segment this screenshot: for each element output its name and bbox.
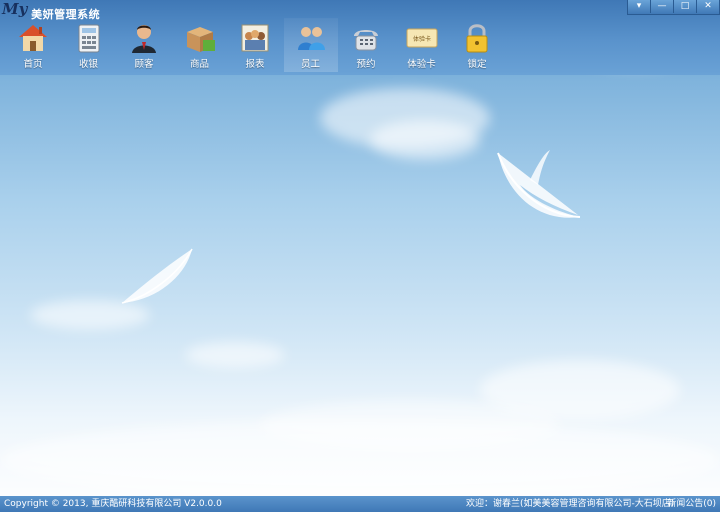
toolbar-experience-card-button[interactable]: 体验卡 体验卡 [395, 18, 449, 72]
toolbar-appointment-label: 预约 [356, 59, 376, 70]
lock-icon [466, 24, 488, 53]
brand-logo-my: My [2, 0, 28, 18]
goods-box-icon [186, 27, 215, 52]
feather-large [497, 150, 581, 218]
report-icon [241, 24, 269, 52]
top-toolbar: My 美妍管理系统 ▾ — □ ✕ 首页 收银 顾客 商品 报表 员工 预约 体… [0, 0, 720, 75]
copyright-text: Copyright © 2013, 重庆酷研科技有限公司 V2.0.0.0 [4, 499, 222, 509]
cash-register-icon [78, 24, 99, 53]
toolbar-staff-label: 员工 [300, 59, 320, 70]
app-window: My 美妍管理系统 ▾ — □ ✕ 首页 收银 顾客 商品 报表 员工 预约 体… [0, 0, 720, 512]
maximize-button[interactable]: □ [673, 0, 696, 13]
app-brand: My 美妍管理系统 [2, 0, 100, 21]
home-icon [19, 25, 47, 51]
toolbar-cashier-label: 收银 [78, 59, 98, 70]
toolbar-staff-button[interactable]: 员工 [283, 18, 338, 72]
feather-small [121, 248, 193, 304]
toolbar-experience-card-label: 体验卡 [407, 59, 436, 70]
toolbar-lock-button[interactable]: 锁定 [450, 18, 504, 72]
minimize-button[interactable]: — [650, 0, 673, 13]
experience-card-text: 体验卡 [412, 35, 430, 43]
toolbar-goods-button[interactable]: 商品 [173, 18, 227, 72]
toolbar-lock-label: 锁定 [467, 59, 487, 70]
toolbar-home-button[interactable]: 首页 [6, 18, 60, 72]
toolbar-appointment-button[interactable]: 预约 [339, 18, 393, 72]
experience-card-icon: 体验卡 [406, 28, 437, 48]
status-bar: Copyright © 2013, 重庆酷研科技有限公司 V2.0.0.0 欢迎… [0, 496, 720, 512]
welcome-user-text: 欢迎：谢春兰(如美美容管理咨询有限公司-大石坝店) [466, 499, 675, 509]
menu-dropdown-button[interactable]: ▾ [628, 0, 650, 13]
news-notice-link[interactable]: 新闻公告(0) [667, 496, 716, 512]
close-button[interactable]: ✕ [696, 0, 719, 13]
toolbar-cashier-button[interactable]: 收银 [62, 18, 116, 72]
toolbar-customer-label: 顾客 [134, 59, 154, 70]
phone-icon [354, 30, 378, 51]
toolbar-goods-label: 商品 [189, 59, 209, 70]
customer-icon [132, 25, 156, 53]
toolbar-report-button[interactable]: 报表 [228, 18, 282, 72]
window-controls: ▾ — □ ✕ [627, 0, 720, 15]
toolbar-home-label: 首页 [23, 59, 43, 70]
toolbar-report-label: 报表 [245, 59, 265, 70]
toolbar-customer-button[interactable]: 顾客 [117, 18, 171, 72]
toolbar-buttons: 首页 收银 顾客 商品 报表 员工 预约 体验卡 体验卡 锁定 [6, 18, 506, 72]
staff-icon [297, 27, 325, 50]
